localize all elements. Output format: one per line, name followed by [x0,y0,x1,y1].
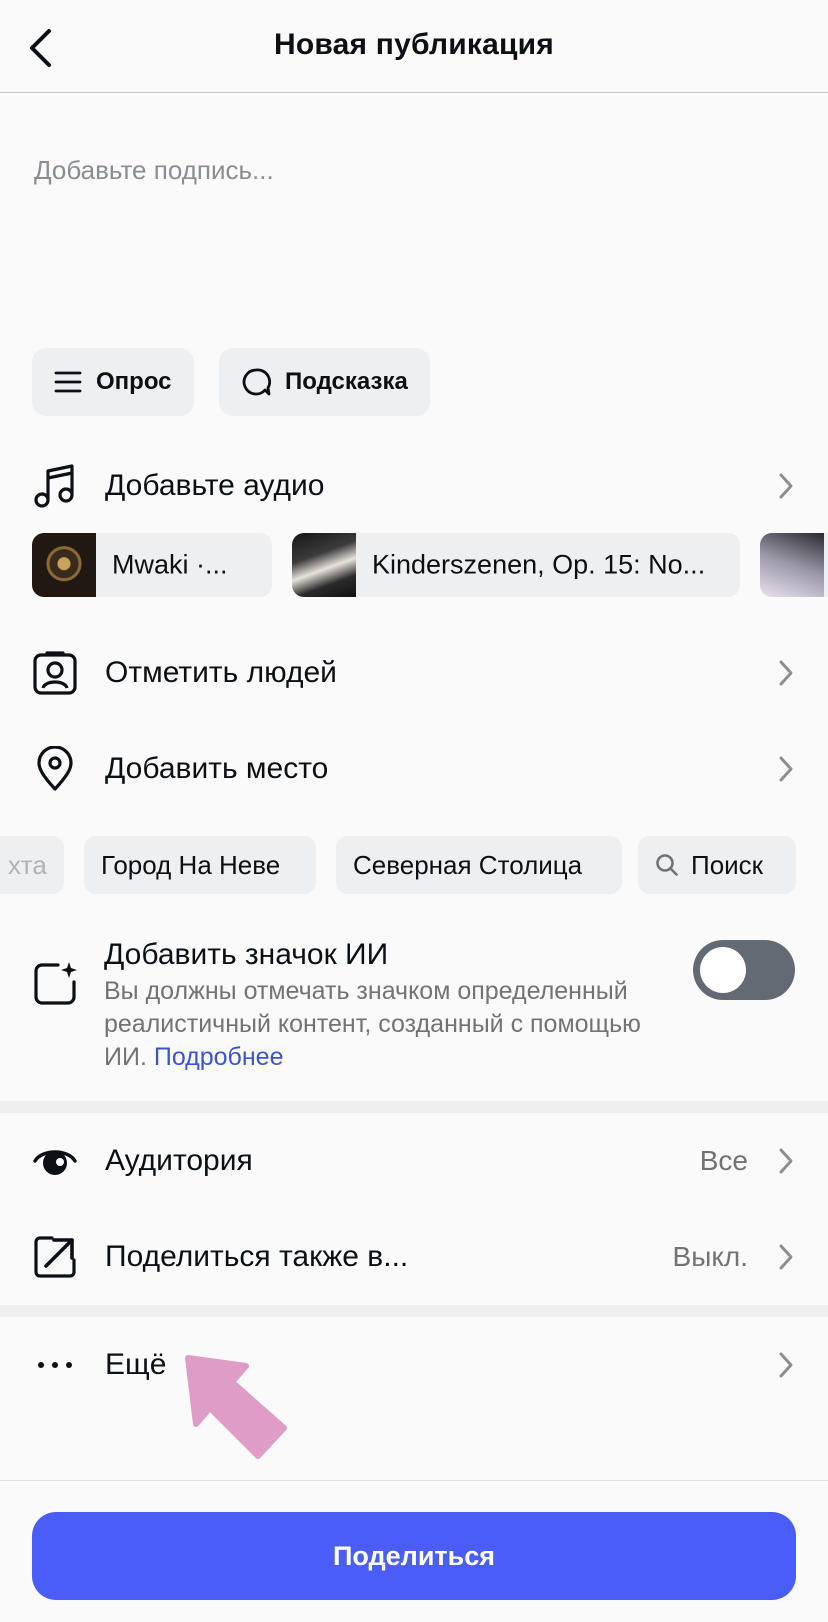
audio-title: Kinderszenen, Op. 15: No... [372,549,706,580]
music-note-icon [32,463,78,509]
toggle-knob [700,947,746,993]
ai-label-toggle[interactable] [693,940,795,1000]
share-button[interactable]: Поделиться [32,1512,796,1600]
caption-input[interactable]: Добавьте подпись... [34,155,794,315]
add-audio-row[interactable]: Добавьте аудио [0,446,828,526]
ai-label-title: Добавить значок ИИ [104,938,389,971]
audio-title: Mwaki ·... [112,549,228,580]
more-row[interactable]: Ещё [0,1325,828,1405]
poll-label: Опрос [96,368,172,395]
learn-more-link[interactable]: Подробнее [154,1043,284,1071]
audio-suggestion[interactable] [760,533,828,597]
audience-row[interactable]: Аудитория Все [0,1121,828,1201]
location-suggestion[interactable]: Северная Столица [336,836,622,894]
chevron-right-icon [774,752,798,786]
prompt-button[interactable]: Подсказка [219,348,430,416]
add-location-label: Добавить место [105,752,329,785]
add-audio-label: Добавьте аудио [105,469,325,502]
audio-suggestion[interactable]: Mwaki ·... [32,533,272,597]
location-search-button[interactable]: Поиск [638,836,796,894]
more-dots-icon [32,1342,78,1388]
location-pin-icon [32,746,78,792]
list-icon [54,371,82,393]
page-title: Новая публикация [274,28,554,61]
share-also-row[interactable]: Поделиться также в... Выкл. [0,1217,828,1297]
location-suggestion[interactable]: Город На Неве [84,836,316,894]
chevron-right-icon [774,1144,798,1178]
chevron-right-icon [774,1348,798,1382]
audience-value: Все [699,1145,748,1176]
chevron-right-icon [774,1240,798,1274]
section-divider [0,1101,828,1113]
album-cover [32,533,96,597]
album-cover [760,533,824,597]
poll-button[interactable]: Опрос [32,348,194,416]
section-divider [0,1305,828,1317]
chevron-right-icon [774,656,798,690]
location-suggestion[interactable]: хта [0,836,64,894]
header: Новая публикация [0,0,828,93]
prompt-label: Подсказка [285,368,408,395]
audio-suggestion[interactable]: Kinderszenen, Op. 15: No... [292,533,740,597]
share-also-value: Выкл. [672,1241,748,1272]
location-search-label: Поиск [691,849,764,880]
tag-people-row[interactable]: Отметить людей [0,633,828,713]
chevron-right-icon [774,469,798,503]
sparkle-square-icon [32,960,78,1006]
share-also-label: Поделиться также в... [105,1240,409,1273]
annotation-arrow-icon [185,1355,287,1459]
footer-divider [0,1480,828,1481]
add-location-row[interactable]: Добавить место [0,729,828,809]
tag-person-icon [32,650,78,696]
share-arrow-icon [32,1234,78,1280]
audience-label: Аудитория [105,1144,253,1177]
search-icon [656,854,678,876]
eye-icon [32,1138,78,1184]
ai-label-description: Вы должны отмечать значком определенный … [104,975,664,1074]
album-cover [292,533,356,597]
speech-bubble-icon [242,368,271,396]
more-label: Ещё [105,1348,167,1381]
tag-people-label: Отметить людей [105,656,337,689]
